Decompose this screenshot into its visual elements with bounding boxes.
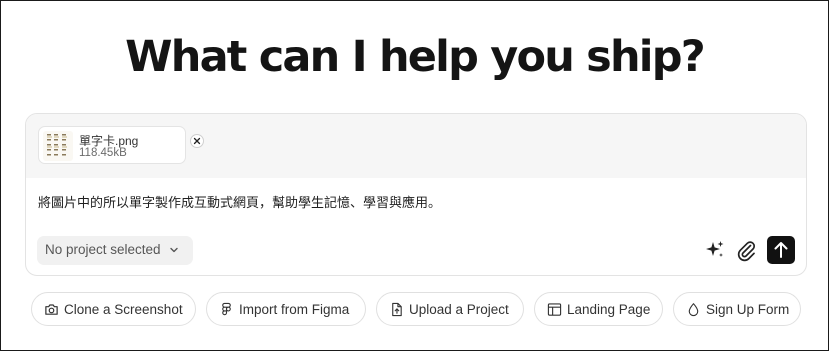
chevron-down-icon: [170, 247, 178, 253]
image-thumbnail-icon: [43, 131, 73, 161]
suggestion-upload-project[interactable]: Upload a Project: [376, 292, 524, 326]
suggestion-import-figma[interactable]: Import from Figma: [206, 292, 366, 326]
close-icon: [193, 137, 201, 145]
arrow-up-icon: [774, 242, 788, 258]
prompt-input[interactable]: 將圖片中的所以單字製作成互動式網頁，幫助學生記憶、學習與應用。: [38, 192, 441, 211]
prompt-box: 單字卡.png 118.45kB 將圖片中的所以單字製作成互動式網頁，幫助學生記…: [25, 113, 807, 276]
project-selector-label: No project selected: [45, 242, 161, 257]
file-upload-icon: [392, 302, 402, 317]
suggestion-label: Landing Page: [567, 302, 651, 317]
suggestion-label: Sign Up Form: [706, 302, 790, 317]
suggestion-landing-page[interactable]: Landing Page: [534, 292, 663, 326]
suggestion-label: Import from Figma: [239, 302, 350, 317]
project-selector[interactable]: No project selected: [37, 236, 193, 265]
paperclip-icon: [737, 241, 756, 262]
attachment-card[interactable]: 單字卡.png 118.45kB: [38, 126, 204, 164]
attachment-file-size: 118.45kB: [79, 147, 127, 159]
layout-icon: [547, 303, 562, 316]
sparkles-icon: [706, 241, 724, 257]
enhance-prompt-button[interactable]: [703, 238, 727, 262]
page-heading: What can I help you ship?: [125, 32, 706, 82]
camera-icon: [45, 304, 58, 315]
send-button[interactable]: [767, 236, 795, 264]
suggestion-sign-up-form[interactable]: Sign Up Form: [673, 292, 801, 326]
attach-file-button[interactable]: [734, 238, 758, 262]
suggestion-label: Clone a Screenshot: [64, 302, 183, 317]
suggestion-clone-screenshot[interactable]: Clone a Screenshot: [31, 292, 196, 326]
attachment-strip: 單字卡.png 118.45kB: [26, 114, 806, 178]
droplet-icon: [688, 303, 699, 317]
remove-attachment-button[interactable]: [190, 134, 204, 148]
suggestion-label: Upload a Project: [409, 302, 509, 317]
figma-icon: [222, 302, 231, 316]
